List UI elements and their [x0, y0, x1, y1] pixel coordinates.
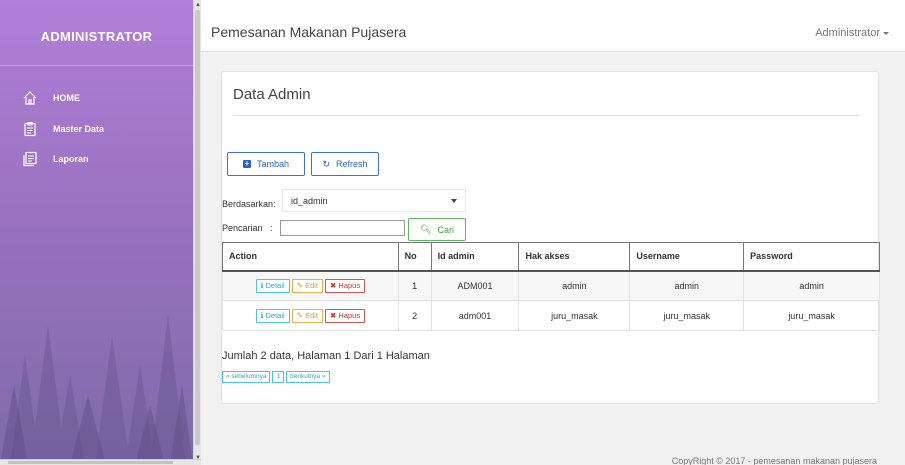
table-row: ℹ Detail ✎ Edit ✖ Hapus 2 adm001 juru_masa…: [222, 300, 880, 331]
sidebar-item-label: HOME: [53, 93, 80, 103]
cell-id-admin: ADM001: [430, 270, 520, 301]
refresh-button[interactable]: ↻ Refresh: [311, 152, 379, 176]
sidebar-item-master-data[interactable]: Master Data: [0, 114, 193, 144]
action-cell: ℹ Detail ✎ Edit ✖ Hapus: [222, 270, 399, 301]
pagination: « sebelumnya 1 berikutnya »: [222, 371, 330, 383]
app-title[interactable]: Pemesanan Makanan Pujasera: [211, 24, 406, 40]
cell-password: juru_masak: [743, 300, 880, 331]
detail-button[interactable]: ℹ Detail: [255, 308, 290, 323]
sidebar-title: ADMINISTRATOR: [0, 0, 193, 66]
action-cell: ℹ Detail ✎ Edit ✖ Hapus: [222, 300, 399, 331]
cell-no: 1: [397, 270, 432, 301]
column-header[interactable]: No: [397, 242, 432, 272]
admin-table: Action No Id admin Hak akses Username Pa…: [222, 242, 880, 331]
page-title: Data Admin: [233, 86, 311, 103]
filter-select-value: id_admin: [291, 196, 328, 206]
user-name: Administrator: [815, 27, 880, 39]
cell-hak-akses: juru_masak: [518, 300, 631, 331]
search-icon: 🔍︎: [420, 224, 432, 234]
cell-no: 2: [397, 300, 432, 331]
column-header[interactable]: Password: [743, 242, 880, 272]
detail-button[interactable]: ℹ Detail: [255, 278, 290, 293]
sidebar: ADMINISTRATOR HOME Master Data Laporan: [0, 0, 193, 465]
data-admin-panel: Data Admin + Tambah ↻ Refresh Berdasarka…: [221, 71, 880, 404]
close-icon: ✖: [330, 310, 337, 320]
add-button[interactable]: + Tambah: [227, 152, 305, 176]
column-header[interactable]: Hak akses: [518, 242, 631, 272]
cell-id-admin: adm001: [430, 300, 520, 331]
refresh-icon: ↻: [322, 158, 331, 169]
chevron-down-icon: [451, 199, 457, 203]
table-header-row: Action No Id admin Hak akses Username Pa…: [222, 242, 880, 272]
sidebar-item-label: Master Data: [53, 124, 105, 134]
plus-icon: +: [242, 159, 251, 168]
user-menu[interactable]: Administrator: [815, 27, 889, 39]
pagination-summary: Jumlah 2 data, Halaman 1 Dari 1 Halaman: [222, 350, 430, 362]
sidebar-scrollbar[interactable]: ▲ ▼: [193, 0, 201, 465]
scrollbar-thumb[interactable]: [195, 10, 200, 445]
sidebar-item-laporan[interactable]: Laporan: [0, 144, 193, 174]
sidebar-menu: HOME Master Data Laporan: [0, 82, 193, 174]
column-header[interactable]: Id admin: [430, 242, 520, 272]
horizontal-scrollbar-thumb[interactable]: [8, 461, 173, 464]
add-button-label: Tambah: [256, 159, 290, 169]
edit-button[interactable]: ✎ Edit: [291, 308, 324, 323]
info-icon: ℹ: [260, 280, 264, 290]
forest-background-image: [0, 315, 193, 465]
refresh-button-label: Refresh: [336, 159, 368, 169]
table-row: ℹ Detail ✎ Edit ✖ Hapus 1 ADM001 admin adm…: [222, 270, 880, 301]
search-button-label: Cari: [437, 224, 454, 235]
sidebar-item-label: Laporan: [53, 154, 89, 164]
filter-select[interactable]: id_admin: [282, 189, 466, 212]
sidebar-item-home[interactable]: HOME: [0, 82, 193, 114]
edit-icon: ✎: [296, 280, 303, 290]
filter-label: Berdasarkan:: [222, 199, 276, 209]
report-icon: [23, 151, 37, 167]
search-label: Pencarian :: [222, 223, 273, 233]
cell-password: admin: [743, 270, 880, 301]
info-icon: ℹ: [260, 310, 264, 320]
clipboard-icon: [24, 122, 36, 137]
next-page-button[interactable]: berikutnya »: [286, 371, 330, 383]
cell-username: juru_masak: [629, 300, 745, 331]
horizontal-scrollbar[interactable]: [0, 459, 201, 465]
page-number-button[interactable]: 1: [272, 371, 285, 383]
delete-button[interactable]: ✖ Hapus: [325, 278, 366, 293]
top-navbar: Pemesanan Makanan Pujasera Administrator: [201, 0, 905, 52]
cell-username: admin: [629, 270, 745, 301]
caret-down-icon: [883, 31, 889, 35]
edit-button[interactable]: ✎ Edit: [291, 278, 324, 293]
cell-hak-akses: admin: [518, 270, 631, 301]
edit-icon: ✎: [296, 310, 303, 320]
column-header[interactable]: Action: [222, 242, 399, 272]
column-header[interactable]: Username: [629, 242, 745, 272]
delete-button[interactable]: ✖ Hapus: [325, 308, 366, 323]
search-button[interactable]: 🔍︎ Cari: [408, 218, 466, 241]
close-icon: ✖: [330, 280, 337, 290]
divider: [233, 115, 860, 116]
search-input[interactable]: [280, 220, 405, 236]
home-icon: [23, 91, 37, 105]
footer-copyright: CopyRight © 2017 - pemesanan makanan puj…: [671, 456, 877, 465]
prev-page-button[interactable]: « sebelumnya: [222, 371, 271, 383]
